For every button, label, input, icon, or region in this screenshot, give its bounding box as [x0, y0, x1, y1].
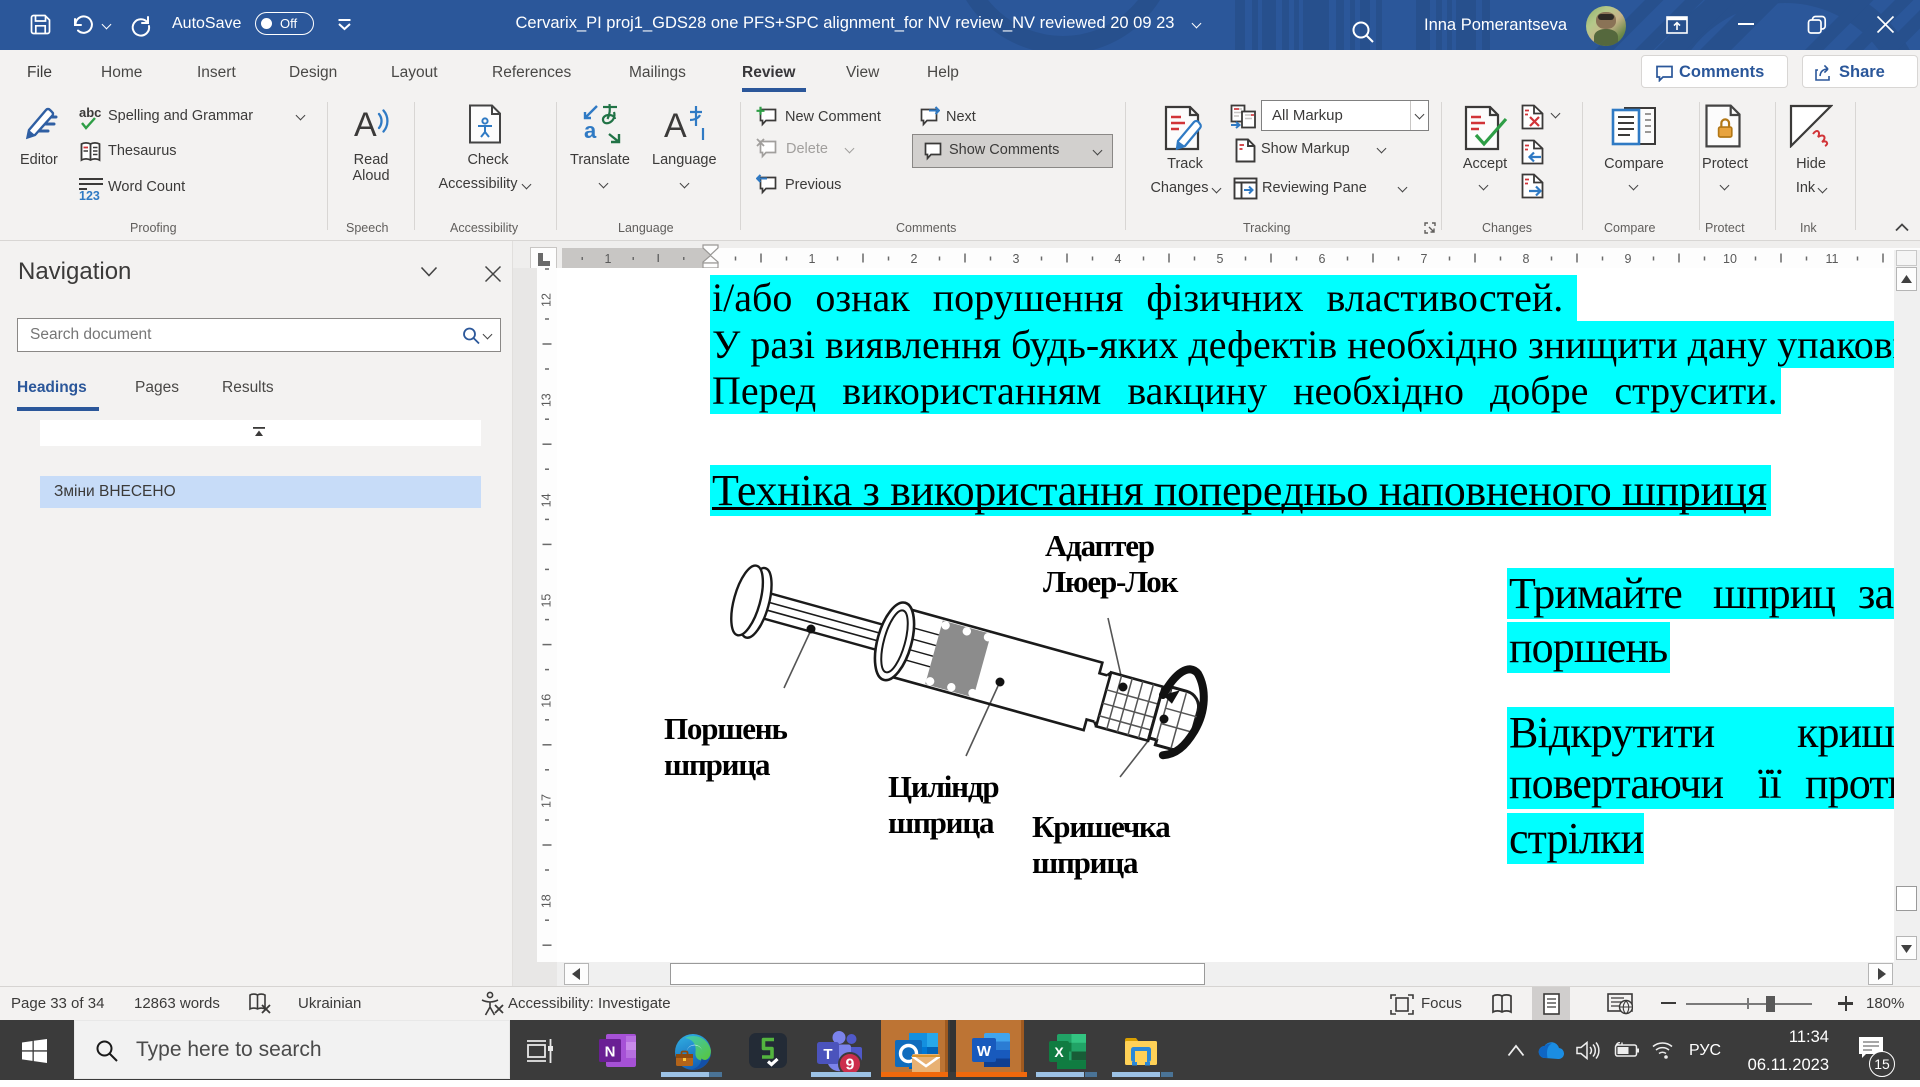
svg-text:7: 7	[1421, 252, 1428, 266]
svg-text:11: 11	[1826, 252, 1839, 266]
svg-text:9: 9	[1625, 252, 1632, 266]
svg-text:10: 10	[1723, 252, 1737, 266]
svg-text:3: 3	[1013, 252, 1020, 266]
svg-text:13: 13	[539, 393, 553, 407]
svg-text:A: A	[354, 106, 377, 144]
svg-text:6: 6	[1319, 252, 1326, 266]
svg-text:1: 1	[605, 252, 612, 266]
svg-text:17: 17	[539, 794, 553, 808]
svg-text:12: 12	[539, 293, 553, 307]
svg-text:123: 123	[79, 189, 100, 201]
svg-text:abc: abc	[79, 106, 101, 120]
svg-text:16: 16	[539, 694, 553, 708]
svg-text:14: 14	[539, 493, 553, 507]
svg-text:4: 4	[1115, 252, 1122, 266]
svg-text:T: T	[823, 1046, 832, 1063]
svg-text:N: N	[605, 1044, 616, 1061]
svg-text:W: W	[977, 1043, 992, 1060]
svg-text:18: 18	[539, 894, 553, 908]
svg-text:5: 5	[1217, 252, 1224, 266]
svg-text:1: 1	[809, 252, 816, 266]
svg-text:A: A	[664, 107, 687, 144]
svg-text:15: 15	[539, 594, 553, 608]
svg-text:9: 9	[846, 1057, 855, 1074]
svg-text:a: a	[584, 118, 597, 143]
svg-text:X: X	[1054, 1044, 1064, 1060]
svg-text:2: 2	[911, 252, 918, 266]
svg-text:8: 8	[1523, 252, 1530, 266]
